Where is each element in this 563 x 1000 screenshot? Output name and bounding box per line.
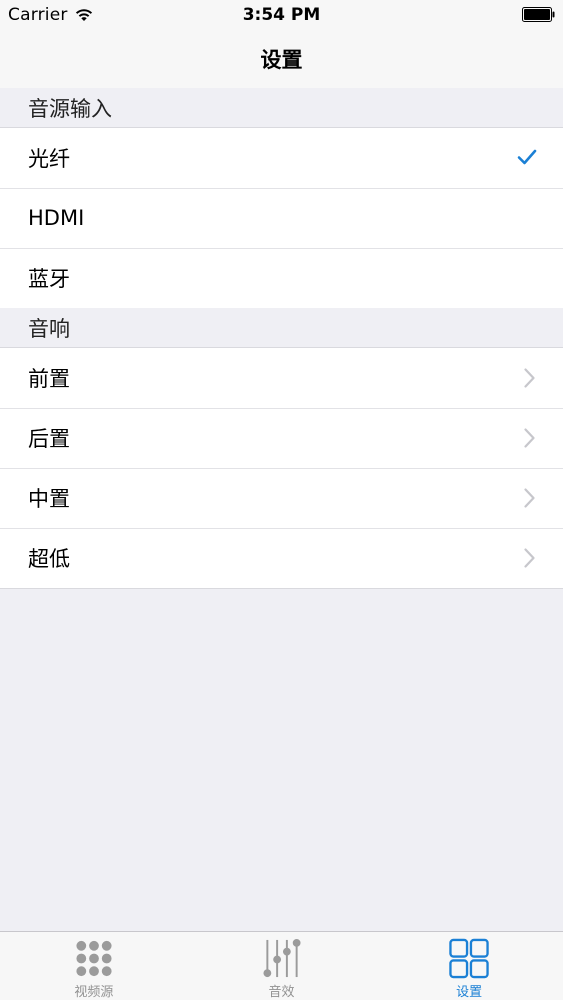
- page-title: 设置: [260, 48, 303, 72]
- row-label: 后置: [28, 427, 70, 451]
- row-label: 蓝牙: [28, 267, 70, 291]
- status-bar: Carrier 3:54 PM: [0, 0, 563, 30]
- four-squares-icon: [449, 938, 489, 979]
- row-label: 光纤: [28, 147, 70, 171]
- equalizer-icon: [262, 938, 301, 978]
- row-label: 中置: [28, 487, 70, 511]
- audio-input-group: 光纤 HDMI 蓝牙: [0, 127, 563, 309]
- row-fiber[interactable]: 光纤: [0, 128, 563, 188]
- tab-video-source[interactable]: 视频源: [0, 932, 188, 1000]
- checkmark-icon: [517, 149, 537, 165]
- speakers-group: 前置 后置 中置 超低: [0, 347, 563, 589]
- row-label: 超低: [28, 547, 70, 571]
- tab-bar: 视频源 音效 设置: [0, 931, 563, 1000]
- chevron-right-icon: [524, 488, 535, 508]
- row-center[interactable]: 中置: [0, 468, 563, 528]
- row-label: HDMI: [28, 206, 85, 230]
- chevron-right-icon: [524, 548, 535, 568]
- tab-label: 音效: [268, 985, 295, 1000]
- section-header-speakers: 音响: [0, 308, 563, 348]
- tab-label: 视频源: [74, 985, 114, 1000]
- row-rear[interactable]: 后置: [0, 408, 563, 468]
- navigation-bar: 设置: [0, 30, 563, 89]
- tab-label: 设置: [456, 985, 483, 1000]
- row-bluetooth[interactable]: 蓝牙: [0, 248, 563, 308]
- chevron-right-icon: [524, 368, 535, 388]
- row-subwoofer[interactable]: 超低: [0, 528, 563, 588]
- battery-icon: [522, 7, 555, 22]
- tab-settings[interactable]: 设置: [375, 932, 563, 1000]
- row-hdmi[interactable]: HDMI: [0, 188, 563, 248]
- grid-dots-icon: [76, 940, 112, 977]
- row-front[interactable]: 前置: [0, 348, 563, 408]
- row-label: 前置: [28, 367, 70, 391]
- status-time: 3:54 PM: [242, 5, 321, 25]
- section-header-audio-input: 音源输入: [0, 88, 563, 128]
- chevron-right-icon: [524, 428, 535, 448]
- tab-sound-effects[interactable]: 音效: [188, 932, 376, 1000]
